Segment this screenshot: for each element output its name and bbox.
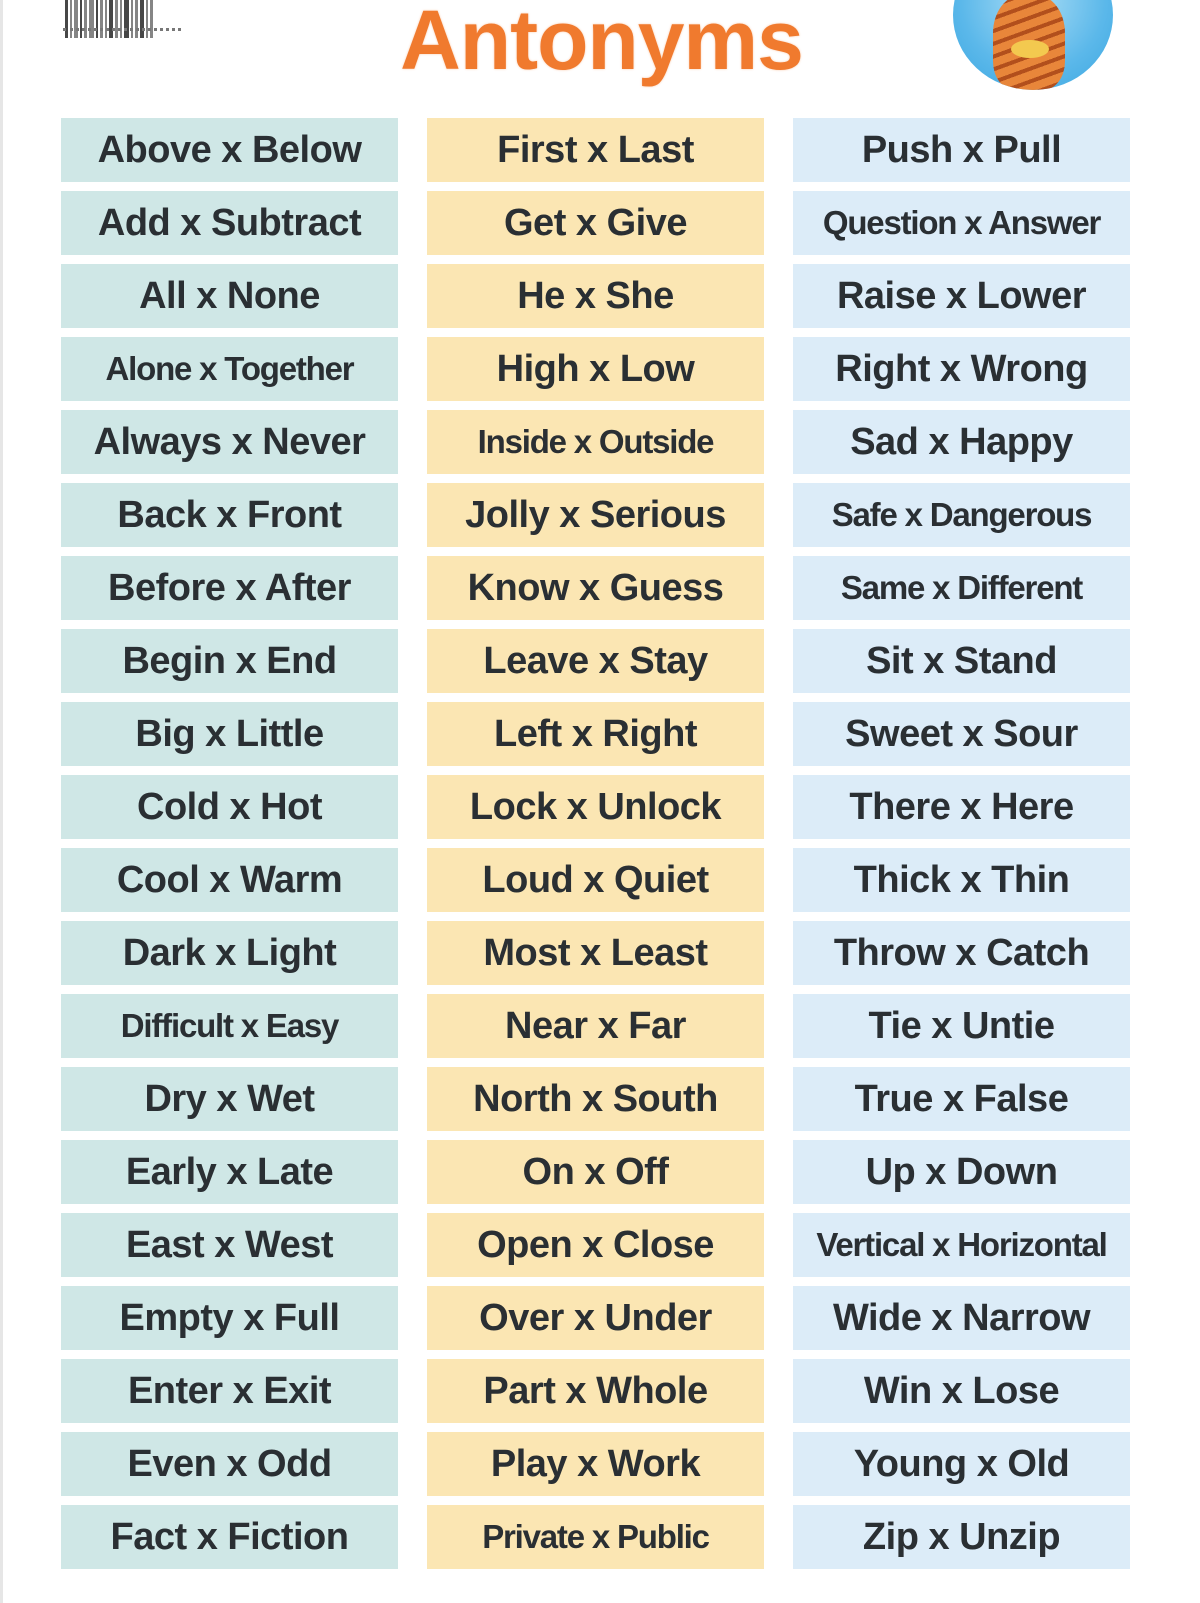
antonym-pair: Tie x Untie (793, 994, 1130, 1058)
antonym-pair: Loud x Quiet (427, 848, 764, 912)
antonym-pair: Push x Pull (793, 118, 1130, 182)
antonym-pair: Wide x Narrow (793, 1286, 1130, 1350)
antonym-pair: Above x Below (61, 118, 398, 182)
antonym-pair: Part x Whole (427, 1359, 764, 1423)
antonym-pair: Cold x Hot (61, 775, 398, 839)
antonym-pair: Difficult x Easy (61, 994, 398, 1058)
antonym-pair: Question x Answer (793, 191, 1130, 255)
antonym-pair: Alone x Together (61, 337, 398, 401)
antonym-column-2: First x Last Get x Give He x She High x Low… (427, 118, 764, 1569)
antonym-pair: Private x Public (427, 1505, 764, 1569)
antonym-pair: Young x Old (793, 1432, 1130, 1496)
antonym-pair: Even x Odd (61, 1432, 398, 1496)
antonym-pair: Cool x Warm (61, 848, 398, 912)
antonym-pair: Sit x Stand (793, 629, 1130, 693)
antonym-pair: Over x Under (427, 1286, 764, 1350)
antonym-pair: Before x After (61, 556, 398, 620)
antonym-pair: Up x Down (793, 1140, 1130, 1204)
antonym-pair: Begin x End (61, 629, 398, 693)
antonym-pair: Most x Least (427, 921, 764, 985)
antonym-pair: Empty x Full (61, 1286, 398, 1350)
antonym-pair: Raise x Lower (793, 264, 1130, 328)
antonym-column-3: Push x Pull Question x Answer Raise x Lowe… (793, 118, 1130, 1569)
antonym-pair: Early x Late (61, 1140, 398, 1204)
antonym-pair: On x Off (427, 1140, 764, 1204)
antonym-pair: Throw x Catch (793, 921, 1130, 985)
antonym-pair: Get x Give (427, 191, 764, 255)
antonym-pair: High x Low (427, 337, 764, 401)
antonym-pair: All x None (61, 264, 398, 328)
antonym-pair: Open x Close (427, 1213, 764, 1277)
antonym-pair: Always x Never (61, 410, 398, 474)
antonym-pair: First x Last (427, 118, 764, 182)
antonym-pair: There x Here (793, 775, 1130, 839)
antonym-pair: Add x Subtract (61, 191, 398, 255)
antonym-pair: North x South (427, 1067, 764, 1131)
antonym-pair: Leave x Stay (427, 629, 764, 693)
antonym-pair: Dry x Wet (61, 1067, 398, 1131)
antonym-pair: Dark x Light (61, 921, 398, 985)
antonym-pair: Thick x Thin (793, 848, 1130, 912)
antonym-pair: Right x Wrong (793, 337, 1130, 401)
antonym-pair: Same x Different (793, 556, 1130, 620)
antonym-grid: Above x Below Add x Subtract All x None Alo… (61, 118, 1131, 1569)
antonym-pair: Big x Little (61, 702, 398, 766)
antonym-pair: True x False (793, 1067, 1130, 1131)
antonym-pair: Vertical x Horizontal (793, 1213, 1130, 1277)
antonym-pair: Fact x Fiction (61, 1505, 398, 1569)
antonym-pair: Sweet x Sour (793, 702, 1130, 766)
antonym-pair: Zip x Unzip (793, 1505, 1130, 1569)
antonym-column-1: Above x Below Add x Subtract All x None Alo… (61, 118, 398, 1569)
antonym-pair: Left x Right (427, 702, 764, 766)
antonym-pair: Back x Front (61, 483, 398, 547)
antonym-pair: Safe x Dangerous (793, 483, 1130, 547)
antonym-pair: Win x Lose (793, 1359, 1130, 1423)
antonym-pair: Jolly x Serious (427, 483, 764, 547)
antonym-pair: Sad x Happy (793, 410, 1130, 474)
antonym-pair: Near x Far (427, 994, 764, 1058)
mascot-belly (1011, 40, 1049, 58)
antonym-pair: Play x Work (427, 1432, 764, 1496)
antonym-pair: East x West (61, 1213, 398, 1277)
antonym-pair: Know x Guess (427, 556, 764, 620)
antonym-pair: He x She (427, 264, 764, 328)
antonym-pair: Lock x Unlock (427, 775, 764, 839)
antonym-pair: Enter x Exit (61, 1359, 398, 1423)
antonym-pair: Inside x Outside (427, 410, 764, 474)
